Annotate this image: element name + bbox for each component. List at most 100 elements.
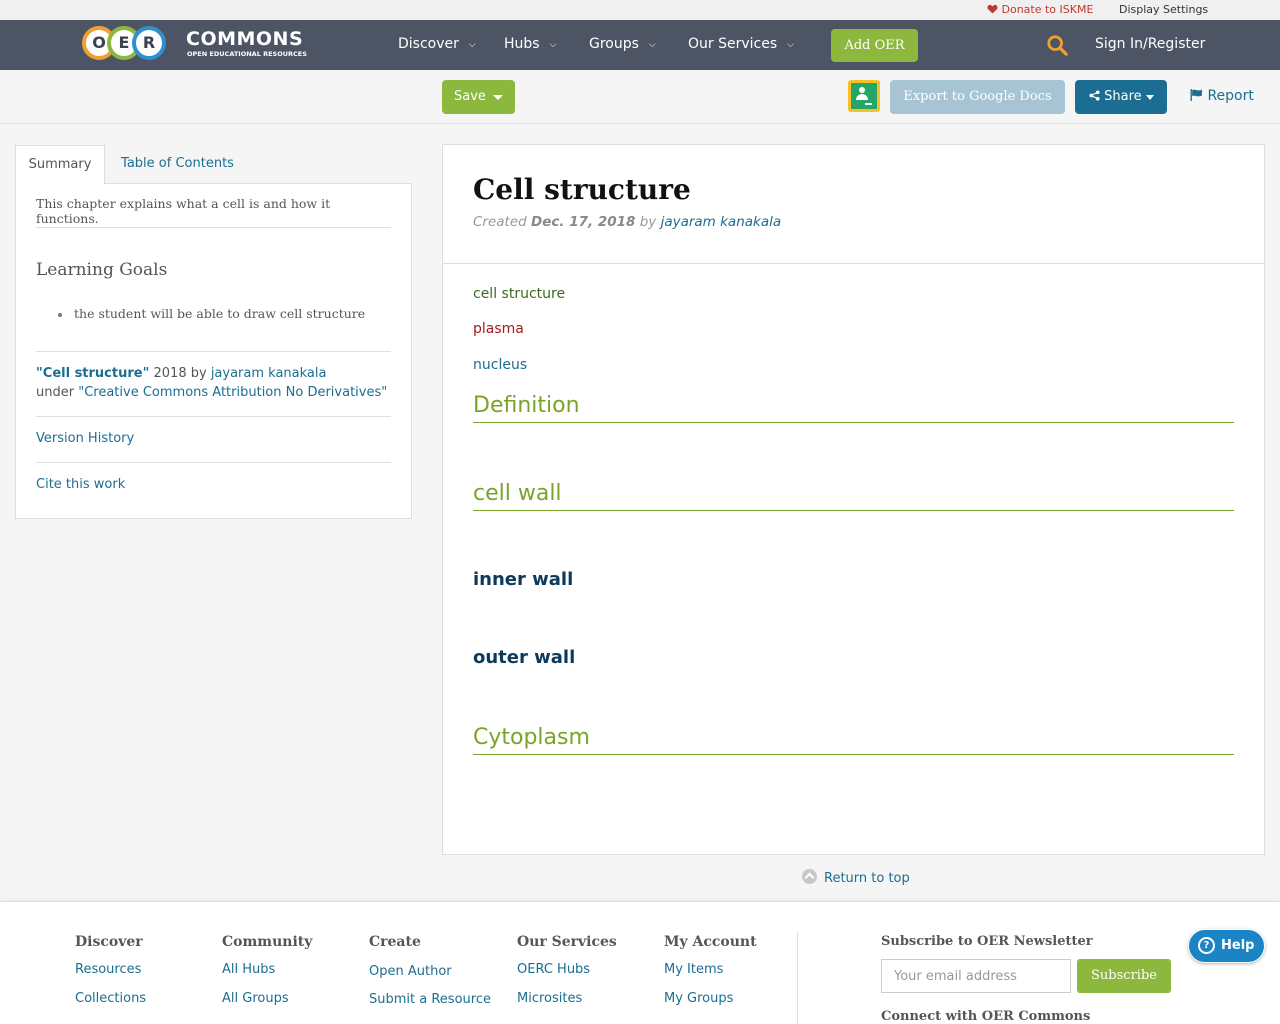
nav-our-services[interactable]: Our Services ⌵ xyxy=(688,36,794,52)
created-date: Dec. 17, 2018 xyxy=(531,214,636,230)
footer-link[interactable]: OERC Hubs xyxy=(517,962,590,977)
author-link[interactable]: jayaram kanakala xyxy=(661,214,782,230)
help-label: Help xyxy=(1221,938,1255,953)
logo-word: COMMONS xyxy=(186,28,304,50)
chevron-down-icon: ⌵ xyxy=(648,40,656,50)
divider xyxy=(797,932,798,1024)
display-settings-link[interactable]: Display Settings xyxy=(1119,3,1208,16)
flag-icon xyxy=(1190,89,1202,101)
logo-subtitle: OPEN EDUCATIONAL RESOURCES xyxy=(187,50,307,58)
share-label: Share xyxy=(1104,89,1142,104)
return-to-top-link[interactable]: Return to top xyxy=(802,869,910,886)
save-label: Save xyxy=(454,89,486,104)
save-button[interactable]: Save xyxy=(442,80,515,114)
learning-goal-item: the student will be able to draw cell st… xyxy=(57,306,366,321)
footer-link[interactable]: Microsites xyxy=(517,991,582,1006)
footer-heading-community: Community xyxy=(222,934,313,950)
footer-link[interactable]: Open Author xyxy=(369,964,452,979)
section-heading: Cytoplasm xyxy=(473,723,1234,755)
resource-description: This chapter explains what a cell is and… xyxy=(36,196,331,226)
created-label: Created xyxy=(473,214,532,230)
resource-toolbar: Save Export to Google Docs Share Report xyxy=(0,70,1280,124)
attribution-year-by: 2018 by xyxy=(149,366,211,381)
share-icon xyxy=(1089,90,1100,101)
caret-down-icon xyxy=(1146,95,1154,100)
divider xyxy=(36,416,391,417)
newsletter-heading: Subscribe to OER Newsletter xyxy=(881,934,1093,949)
help-button[interactable]: ? Help xyxy=(1188,929,1265,963)
utility-bar: Donate to ISKME Display Settings xyxy=(0,0,1280,20)
document-meta: Created Dec. 17, 2018 by jayaram kanakal… xyxy=(473,214,781,230)
main-navbar: O E R COMMONS OPEN EDUCATIONAL RESOURCES… xyxy=(0,20,1280,70)
nav-groups[interactable]: Groups ⌵ xyxy=(589,36,656,52)
chevron-down-icon: ⌵ xyxy=(549,40,557,50)
license-link[interactable]: "Creative Commons Attribution No Derivat… xyxy=(78,385,387,400)
nav-hubs-label: Hubs xyxy=(504,36,540,52)
caret-down-icon xyxy=(493,95,503,100)
divider xyxy=(36,227,391,228)
learning-goals-heading: Learning Goals xyxy=(36,260,168,280)
newsletter-email-input[interactable] xyxy=(881,959,1071,993)
divider xyxy=(443,263,1264,264)
report-label: Report xyxy=(1207,88,1254,104)
tab-summary[interactable]: Summary xyxy=(15,145,105,184)
export-google-docs-button[interactable]: Export to Google Docs xyxy=(890,80,1065,114)
return-to-top-label: Return to top xyxy=(824,871,910,886)
chevron-up-icon xyxy=(802,869,817,884)
share-button[interactable]: Share xyxy=(1075,80,1167,114)
divider xyxy=(36,462,391,463)
report-link[interactable]: Report xyxy=(1190,88,1254,104)
nav-hubs[interactable]: Hubs ⌵ xyxy=(504,36,556,52)
chevron-down-icon: ⌵ xyxy=(468,40,476,50)
site-footer: Discover Resources Collections Community… xyxy=(0,901,1280,1024)
heart-icon xyxy=(987,4,998,14)
add-oer-button[interactable]: Add OER xyxy=(831,29,918,62)
subsection-heading: outer wall xyxy=(473,647,576,668)
donate-link[interactable]: Donate to ISKME xyxy=(987,3,1093,16)
tab-table-of-contents[interactable]: Table of Contents xyxy=(110,145,245,184)
cite-this-work-link[interactable]: Cite this work xyxy=(36,477,125,492)
section-heading: Definition xyxy=(473,391,1234,423)
footer-heading-create: Create xyxy=(369,934,421,950)
footer-link[interactable]: All Groups xyxy=(222,991,289,1006)
nav-groups-label: Groups xyxy=(589,36,639,52)
footer-link[interactable]: Submit a Resource xyxy=(369,992,491,1007)
connect-heading: Connect with OER Commons xyxy=(881,1009,1091,1024)
nav-our-services-label: Our Services xyxy=(688,36,778,52)
logo-letter-r: R xyxy=(132,26,166,60)
footer-link[interactable]: Resources xyxy=(75,962,141,977)
section-heading: cell wall xyxy=(473,479,1234,511)
license-under: under xyxy=(36,385,79,400)
footer-heading-discover: Discover xyxy=(75,934,143,950)
page-title: Cell structure xyxy=(473,173,691,206)
subscribe-button[interactable]: Subscribe xyxy=(1077,959,1171,993)
attribution-title-link[interactable]: "Cell structure" xyxy=(36,366,149,381)
footer-link[interactable]: My Items xyxy=(664,962,723,977)
attribution-line: "Cell structure" 2018 by jayaram kanakal… xyxy=(36,366,326,381)
google-classroom-icon[interactable] xyxy=(848,80,880,112)
license-line: under "Creative Commons Attribution No D… xyxy=(36,385,387,400)
oer-commons-logo[interactable]: O E R COMMONS OPEN EDUCATIONAL RESOURCES xyxy=(82,26,307,62)
nav-discover-label: Discover xyxy=(398,36,459,52)
footer-link[interactable]: All Hubs xyxy=(222,962,275,977)
footer-link[interactable]: Collections xyxy=(75,991,146,1006)
version-history-link[interactable]: Version History xyxy=(36,431,134,446)
content-line: plasma xyxy=(473,321,524,337)
footer-heading-our-services: Our Services xyxy=(517,934,617,950)
document-content: Cell structure Created Dec. 17, 2018 by … xyxy=(442,144,1265,855)
chevron-down-icon: ⌵ xyxy=(787,40,794,50)
search-icon[interactable] xyxy=(1046,34,1068,56)
summary-panel: This chapter explains what a cell is and… xyxy=(15,183,412,519)
by-label: by xyxy=(635,214,661,230)
footer-link[interactable]: My Groups xyxy=(664,991,733,1006)
divider xyxy=(36,351,391,352)
subsection-heading: inner wall xyxy=(473,569,574,590)
question-icon: ? xyxy=(1198,937,1215,954)
donate-label: Donate to ISKME xyxy=(1001,3,1094,16)
attribution-author-link[interactable]: jayaram kanakala xyxy=(211,366,327,381)
nav-discover[interactable]: Discover ⌵ xyxy=(398,36,476,52)
sign-in-register-link[interactable]: Sign In/Register xyxy=(1095,36,1205,52)
content-line: nucleus xyxy=(473,357,528,373)
content-line: cell structure xyxy=(473,286,566,302)
footer-heading-my-account: My Account xyxy=(664,934,757,950)
